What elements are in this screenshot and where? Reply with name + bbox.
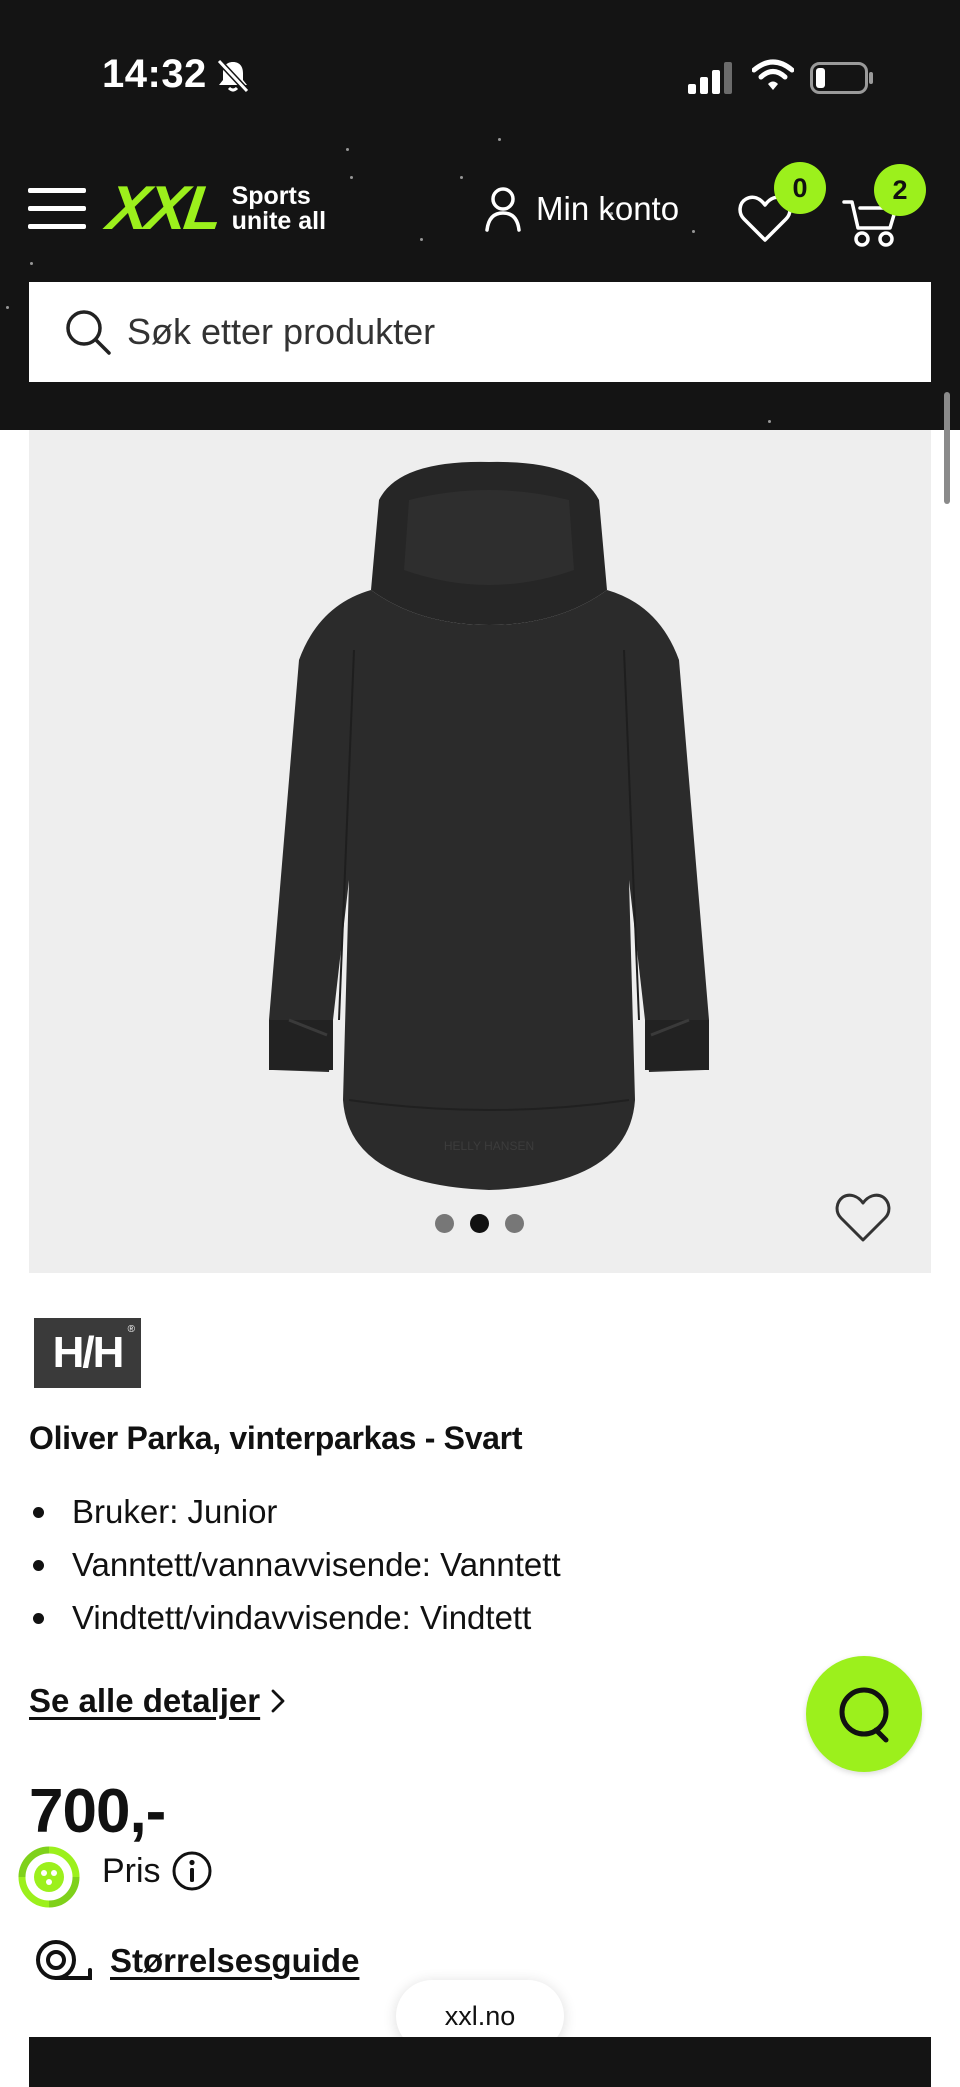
search-icon bbox=[66, 310, 111, 355]
status-time: 14:32 bbox=[102, 52, 207, 96]
size-guide-label: Størrelsesguide bbox=[110, 1942, 360, 1979]
gallery-pagination bbox=[435, 1214, 524, 1233]
product-price: 700,- bbox=[29, 1777, 166, 1846]
xxl-logo[interactable]: XXL Sports unite all bbox=[103, 174, 326, 243]
logo-wordmark: XXL bbox=[103, 174, 225, 243]
user-icon bbox=[485, 187, 521, 232]
add-to-cart-bar[interactable] bbox=[29, 2037, 931, 2087]
header-area: 14:32 XXL Sports unite all Min konto 0 2… bbox=[0, 0, 960, 430]
browser-domain: xxl.no bbox=[444, 2000, 516, 2031]
gallery-dot[interactable] bbox=[435, 1214, 454, 1233]
customer-chat-button[interactable] bbox=[806, 1656, 922, 1772]
wishlist-count-badge: 0 bbox=[774, 162, 826, 214]
registered-mark: ® bbox=[127, 1324, 135, 1335]
tagline-line1: Sports bbox=[231, 182, 311, 210]
hamburger-menu-icon[interactable] bbox=[28, 188, 86, 230]
feature-item: Bruker: Junior bbox=[29, 1488, 561, 1541]
search-input[interactable] bbox=[127, 311, 887, 353]
see-all-details-link[interactable]: Se alle detaljer bbox=[29, 1682, 286, 1720]
cart-count-badge: 2 bbox=[874, 164, 926, 216]
chevron-right-icon bbox=[271, 1689, 285, 1713]
gallery-dot[interactable] bbox=[505, 1214, 524, 1233]
sustainability-badge-icon[interactable] bbox=[16, 1844, 82, 1910]
tape-measure-icon bbox=[36, 1940, 92, 1980]
product-feature-list: Bruker: Junior Vanntett/vannavvisende: V… bbox=[29, 1488, 561, 1647]
product-title: Oliver Parka, vinterparkas - Svart bbox=[29, 1420, 523, 1456]
brand-logo-text: H/H bbox=[52, 1328, 125, 1377]
search-bar[interactable] bbox=[29, 282, 931, 382]
cellular-signal-icon bbox=[688, 62, 732, 94]
feature-item: Vindtett/vindavvisende: Vindtett bbox=[29, 1594, 561, 1647]
wifi-icon bbox=[752, 59, 794, 90]
account-label: Min konto bbox=[536, 190, 680, 227]
price-label: Pris bbox=[102, 1851, 161, 1890]
add-to-favorites-heart-icon[interactable] bbox=[835, 1192, 891, 1244]
tagline-line2: unite all bbox=[231, 207, 327, 235]
size-guide-link[interactable]: Størrelsesguide bbox=[34, 1938, 359, 1984]
logo-tagline: Sports unite all bbox=[232, 184, 326, 234]
see-all-details-label: Se alle detaljer bbox=[29, 1682, 261, 1719]
price-label-row: Pris bbox=[102, 1850, 213, 1892]
account-link[interactable]: Min konto bbox=[484, 186, 679, 232]
product-image-gallery[interactable]: HELLY HANSEN bbox=[29, 430, 931, 1273]
page-scrollbar[interactable] bbox=[944, 392, 950, 504]
cart-button[interactable]: 2 bbox=[842, 164, 926, 248]
info-icon[interactable] bbox=[171, 1850, 213, 1892]
feature-item: Vanntett/vannavvisende: Vanntett bbox=[29, 1541, 561, 1594]
battery-icon bbox=[810, 62, 873, 94]
chat-icon bbox=[839, 1687, 889, 1743]
svg-text:HELLY HANSEN: HELLY HANSEN bbox=[444, 1139, 534, 1153]
gallery-dot-active[interactable] bbox=[470, 1214, 489, 1233]
bell-muted-icon bbox=[216, 58, 250, 94]
wishlist-button[interactable]: 0 bbox=[736, 162, 826, 246]
product-image-parka: HELLY HANSEN bbox=[269, 461, 709, 1190]
brand-logo-helly-hansen[interactable]: H/H ® bbox=[34, 1318, 141, 1388]
